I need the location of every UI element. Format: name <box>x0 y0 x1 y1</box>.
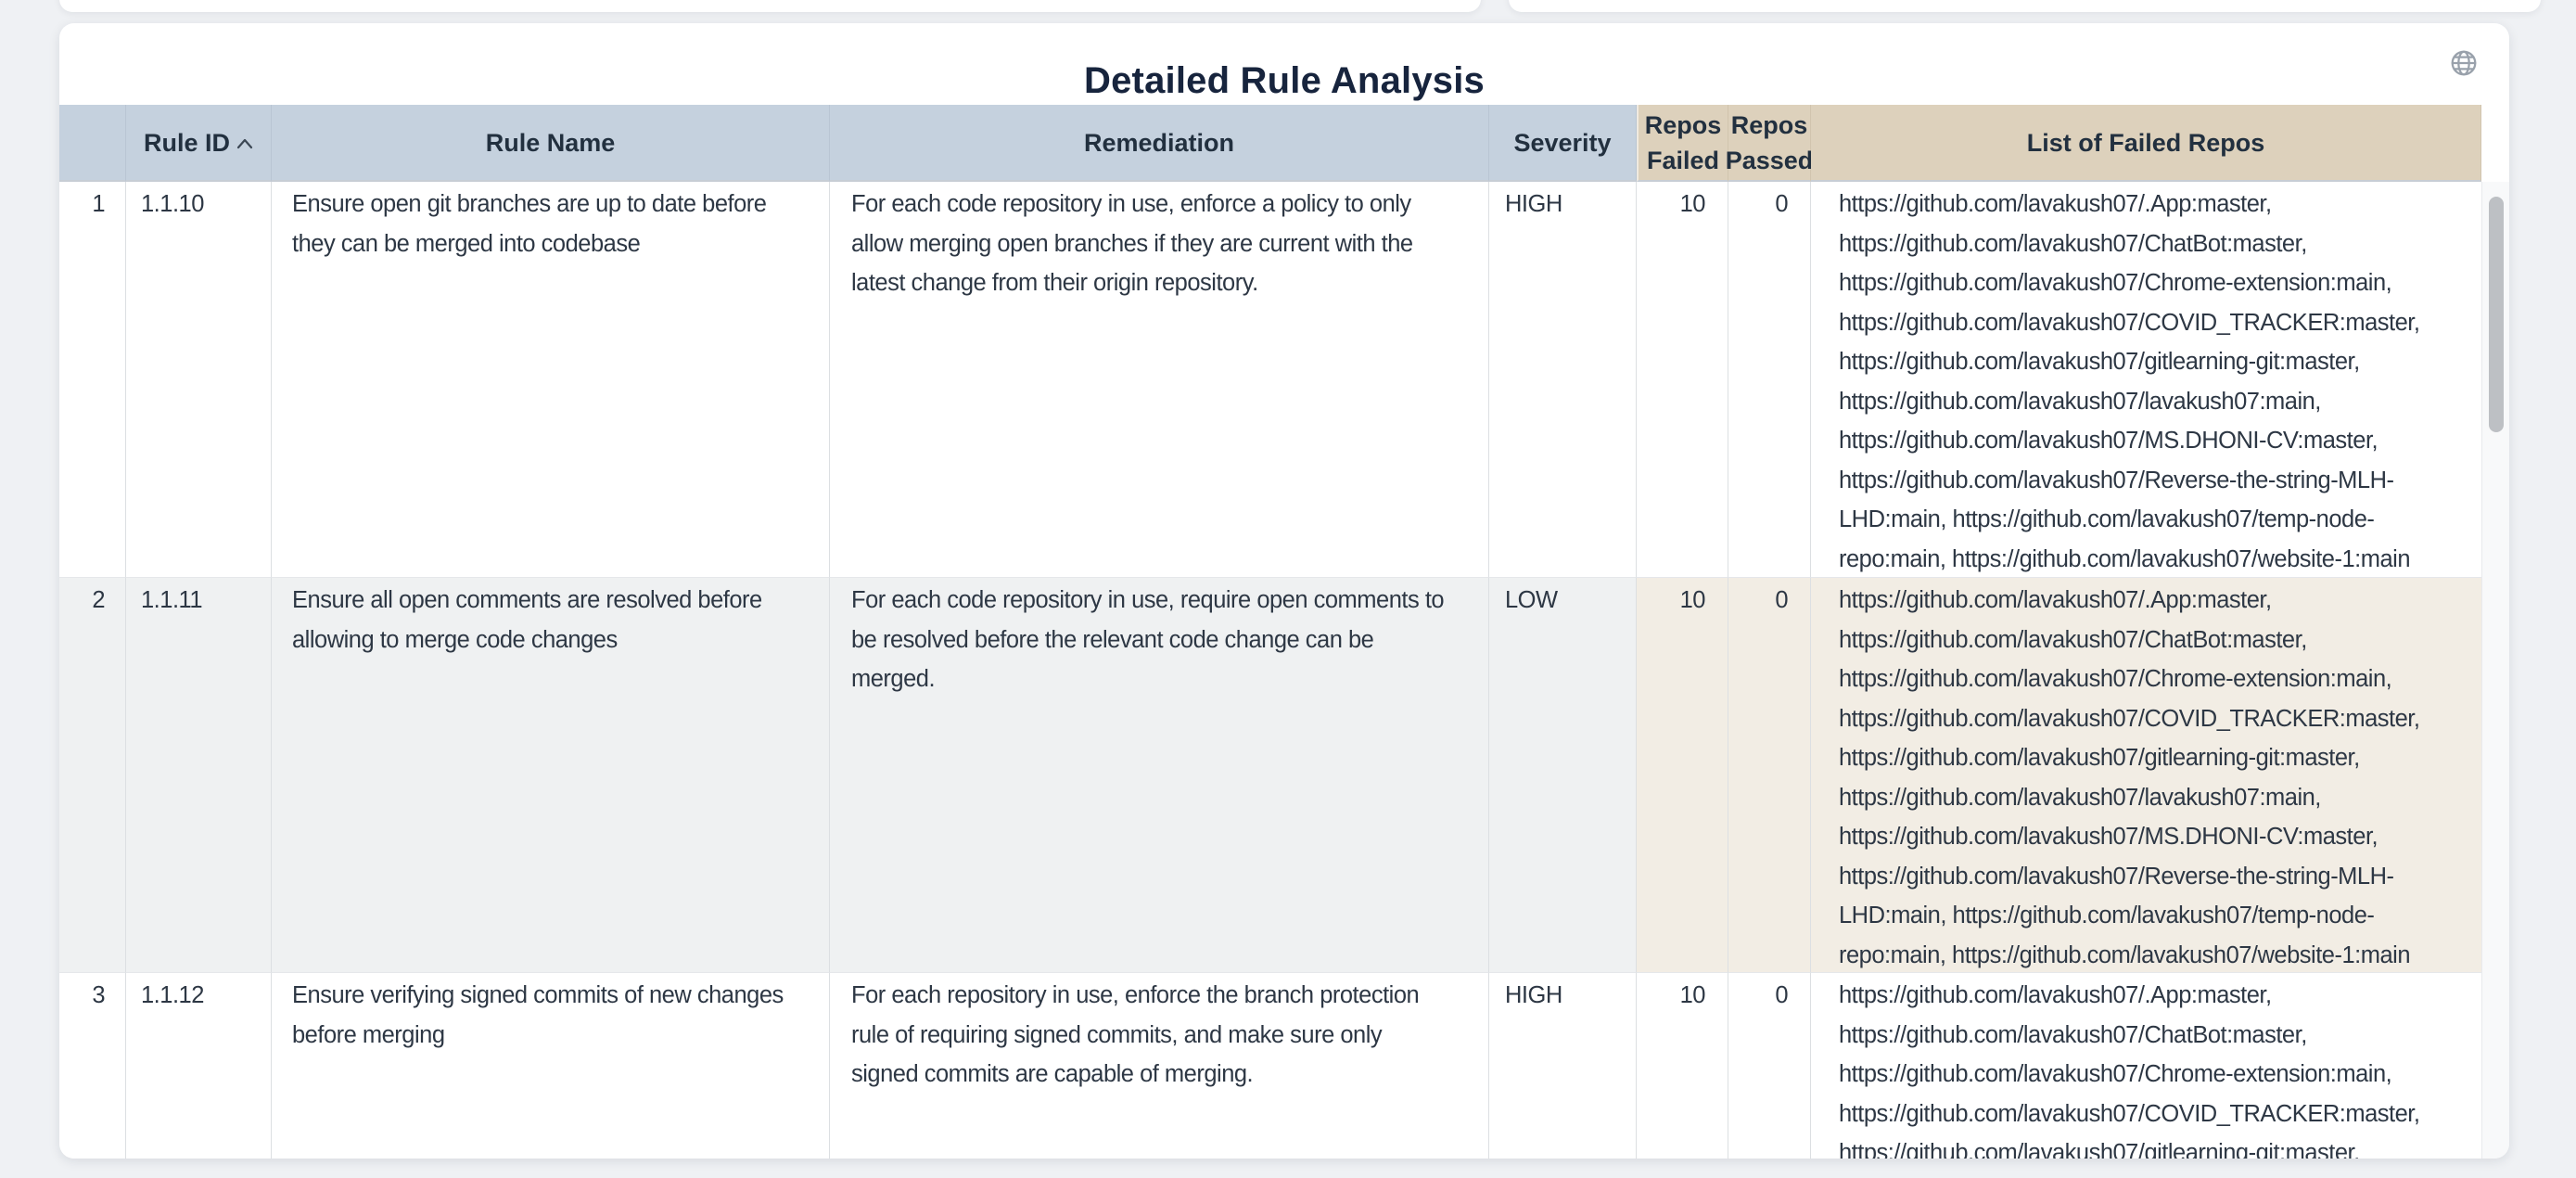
cell-severity: LOW <box>1489 577 1637 972</box>
cell-repos-passed: 0 <box>1728 182 1811 577</box>
globe-icon <box>2448 47 2480 79</box>
header-failed-repos-list[interactable]: List of Failed Repos <box>1811 105 2481 182</box>
header-index <box>59 105 126 182</box>
cell-failed-repos: https://github.com/lavakush07/.App:maste… <box>1811 182 2481 577</box>
cell-rule-id: 1.1.10 <box>126 182 272 577</box>
cell-failed-repos: https://github.com/lavakush07/.App:maste… <box>1811 577 2481 972</box>
cell-row-index: 3 <box>59 972 126 1159</box>
header-severity[interactable]: Severity <box>1489 105 1637 182</box>
cell-failed-repos: https://github.com/lavakush07/.App:maste… <box>1811 972 2481 1159</box>
cell-remediation: For each code repository in use, require… <box>830 577 1489 972</box>
header-rule-id[interactable]: Rule ID <box>126 105 272 182</box>
header-repos-passed[interactable]: Repos Passed <box>1728 105 1811 182</box>
cell-repos-passed: 0 <box>1728 972 1811 1159</box>
previous-card-a <box>59 0 1481 12</box>
header-repos-failed[interactable]: Repos Failed <box>1637 105 1728 182</box>
cell-repos-failed: 10 <box>1637 972 1728 1159</box>
cell-severity: HIGH <box>1489 182 1637 577</box>
cell-rule-name: Ensure verifying signed commits of new c… <box>272 972 830 1159</box>
cell-rule-id: 1.1.12 <box>126 972 272 1159</box>
cell-repos-passed: 0 <box>1728 577 1811 972</box>
header-rule-name[interactable]: Rule Name <box>272 105 830 182</box>
header-remediation[interactable]: Remediation <box>830 105 1489 182</box>
cell-repos-failed: 10 <box>1637 577 1728 972</box>
cell-rule-name: Ensure open git branches are up to date … <box>272 182 830 577</box>
previous-card-b <box>1509 0 2541 12</box>
header-rule-id-label: Rule ID <box>144 125 230 160</box>
globe-button[interactable] <box>2444 44 2483 83</box>
detailed-rule-table: Rule ID Rule Name Remediation Severity R… <box>59 105 2481 1159</box>
cell-severity: HIGH <box>1489 972 1637 1159</box>
cell-row-index: 2 <box>59 577 126 972</box>
cell-remediation: For each repository in use, enforce the … <box>830 972 1489 1159</box>
cell-repos-failed: 10 <box>1637 182 1728 577</box>
sort-ascending-icon <box>236 138 253 149</box>
cell-row-index: 1 <box>59 182 126 577</box>
vertical-scrollbar-track[interactable] <box>2481 182 2509 1159</box>
detailed-rule-analysis-card: Detailed Rule Analysis Rule ID <box>59 23 2509 1159</box>
vertical-scrollbar-thumb[interactable] <box>2489 197 2504 432</box>
cell-rule-name: Ensure all open comments are resolved be… <box>272 577 830 972</box>
cell-rule-id: 1.1.11 <box>126 577 272 972</box>
page-title: Detailed Rule Analysis <box>59 58 2509 103</box>
cell-remediation: For each code repository in use, enforce… <box>830 182 1489 577</box>
